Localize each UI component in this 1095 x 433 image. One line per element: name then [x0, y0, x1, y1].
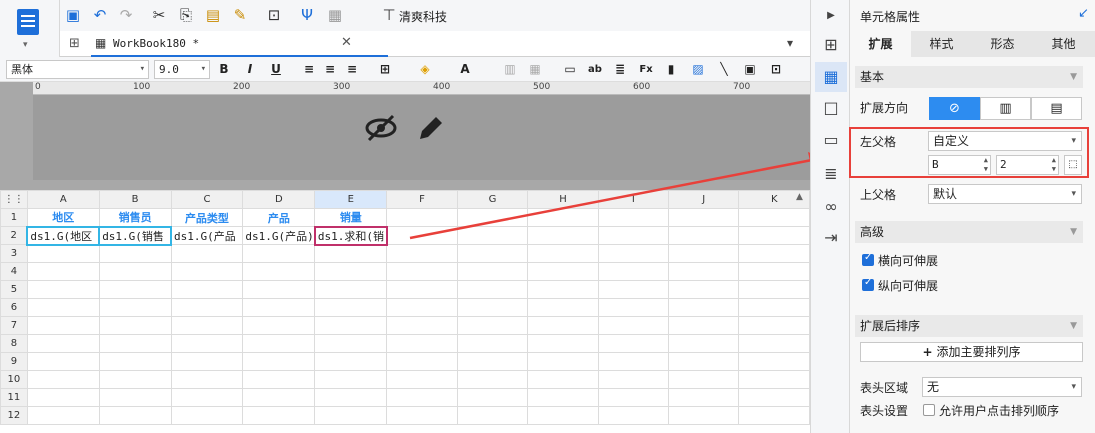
side-icon-strip: ▶ ⊞ ▦ □ ▭ ≣ ∞ ⇥: [810, 0, 850, 433]
cell-property-icon[interactable]: ▦: [815, 62, 847, 92]
expand-vertical-button[interactable]: ▥: [980, 97, 1031, 120]
left-parent-select[interactable]: 自定义 ▾: [928, 131, 1082, 151]
h-expand-label: 横向可伸展: [878, 254, 939, 268]
h-expand-checkbox[interactable]: [862, 252, 874, 266]
cell-element-icon[interactable]: □: [821, 98, 841, 118]
v-expand-label: 纵向可伸展: [878, 279, 939, 293]
expand-direction-label: 扩展方向: [860, 101, 909, 115]
allow-sort-label: 允许用户点击排列顺序: [939, 404, 1060, 418]
condition-icon[interactable]: ≣: [821, 164, 841, 184]
sort-section-header[interactable]: 扩展后排序 ▼: [855, 315, 1083, 337]
hyperlink-icon[interactable]: ∞: [821, 197, 841, 217]
chevron-right-icon[interactable]: ▶: [821, 6, 841, 26]
plus-icon: +: [922, 345, 933, 359]
expand-horizontal-button[interactable]: ▤: [1031, 97, 1082, 120]
tab-style[interactable]: 样式: [911, 31, 972, 57]
report-widget-icon[interactable]: ⊞: [821, 35, 841, 55]
header-area-select[interactable]: 无 ▾: [922, 377, 1082, 397]
collapse-panel-icon[interactable]: ↙: [1078, 6, 1089, 21]
tab-form[interactable]: 形态: [972, 31, 1033, 57]
left-parent-row-input[interactable]: 2 ▲ ▼: [996, 155, 1059, 175]
v-expand-checkbox[interactable]: [862, 277, 874, 291]
left-parent-label: 左父格: [860, 135, 897, 149]
cell-picker-icon[interactable]: ⬚: [1064, 155, 1082, 175]
panel-title: 单元格属性: [860, 10, 921, 24]
header-setting-label: 表头设置: [860, 404, 909, 418]
cell-properties-panel: 单元格属性 ↙ 扩展 样式 形态 其他 基本 ▼ 扩展方向 ⊘ ▥ ▤ 左父格 自…: [849, 0, 1095, 433]
panel-tabs: 扩展 样式 形态 其他: [850, 31, 1095, 57]
add-sort-button[interactable]: + 添加主要排列序: [860, 342, 1083, 362]
basic-section-header[interactable]: 基本 ▼: [855, 66, 1083, 88]
widget-icon[interactable]: ▭: [821, 130, 841, 150]
allow-sort-checkbox[interactable]: [923, 404, 935, 416]
upper-parent-label: 上父格: [860, 188, 897, 202]
tab-other[interactable]: 其他: [1033, 31, 1094, 57]
tab-expand[interactable]: 扩展: [850, 31, 911, 57]
expand-none-button[interactable]: ⊘: [929, 97, 980, 120]
left-parent-column-input[interactable]: B ▲ ▼: [928, 155, 991, 175]
import-icon[interactable]: ⇥: [821, 228, 841, 248]
upper-parent-select[interactable]: 默认 ▾: [928, 184, 1082, 204]
header-area-label: 表头区域: [860, 381, 909, 395]
advanced-section-header[interactable]: 高级 ▼: [855, 221, 1083, 243]
